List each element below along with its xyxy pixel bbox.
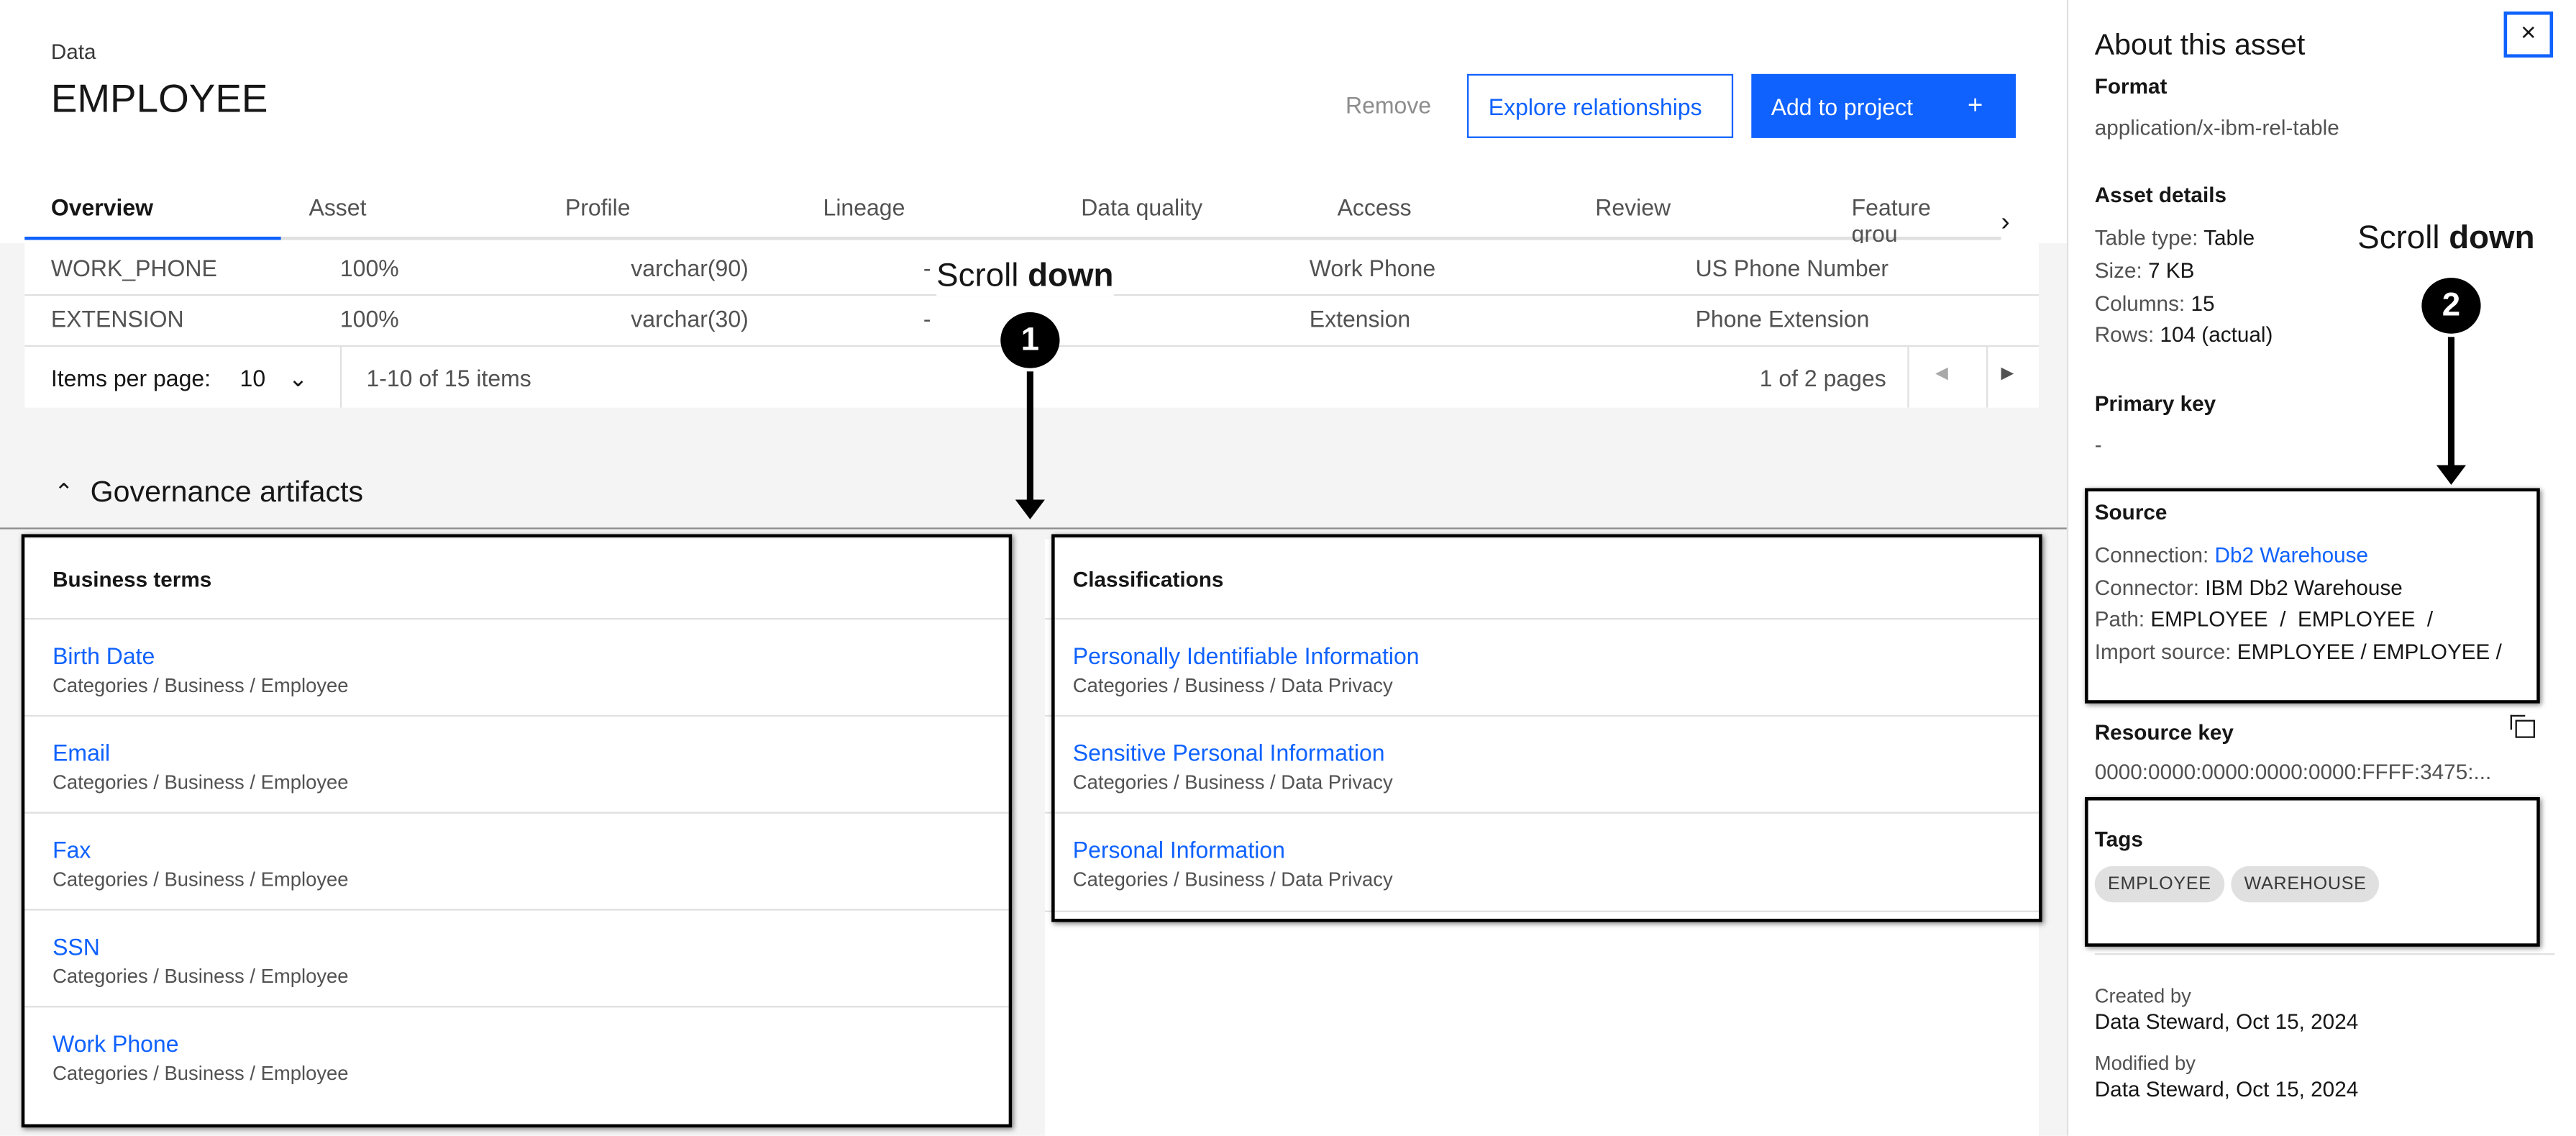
divider [0, 527, 2067, 530]
next-page-button[interactable]: ▶ [2001, 365, 2014, 383]
cell: Work Phone [1309, 255, 1436, 281]
size: Size: 7 KB [2095, 258, 2195, 283]
tab-profile[interactable]: Profile [565, 194, 631, 221]
items-per-page-label: Items per page: [50, 365, 211, 391]
divider [339, 347, 342, 408]
page-title: EMPLOYEE [50, 77, 268, 122]
items-per-page-select[interactable]: 10 ⌄ [240, 365, 308, 393]
cell: Phone Extension [1695, 305, 1870, 332]
step-badge: 2 [2421, 278, 2481, 334]
cell: - [923, 255, 931, 281]
tab-review[interactable]: Review [1595, 194, 1671, 221]
label: Scroll [2357, 220, 2449, 257]
divider [2094, 953, 2555, 955]
cell: - [923, 305, 931, 332]
chevron-down-icon: ⌄ [288, 365, 308, 391]
step-badge: 1 [1000, 312, 1060, 368]
cell: varchar(30) [631, 305, 749, 332]
remove-button[interactable]: Remove [1346, 92, 1431, 119]
tab-feature-group[interactable]: Feature grou [1852, 194, 1977, 247]
cell: 100% [339, 255, 399, 281]
arrow-down-icon [1015, 371, 1045, 519]
annotation-text: Scroll down [2357, 220, 2534, 258]
label: Columns: [2094, 291, 2191, 316]
cell: WORK_PHONE [50, 255, 217, 281]
tab-data-quality[interactable]: Data quality [1081, 194, 1202, 221]
value: 104 (actual) [2160, 322, 2273, 347]
label: Table type: [2094, 224, 2204, 250]
asset-details-label: Asset details [2094, 182, 2226, 207]
explore-label: Explore relationships [1488, 93, 1702, 119]
tab-overview[interactable]: Overview [51, 194, 153, 221]
tab-indicator [24, 236, 281, 240]
format-value: application/x-ibm-rel-table [2094, 114, 2339, 140]
tab-access[interactable]: Access [1338, 194, 1412, 221]
tab-asset[interactable]: Asset [309, 194, 366, 221]
annotation-box [21, 534, 1013, 1128]
annotation-box [1051, 534, 2042, 922]
columns: Columns: 15 [2095, 291, 2215, 315]
annotation-box [2085, 488, 2540, 704]
annotation-text: Scroll down [936, 258, 1114, 296]
cell: Extension [1309, 305, 1411, 332]
tab-lineage[interactable]: Lineage [823, 194, 905, 221]
label-bold: down [2449, 220, 2535, 257]
divider [1907, 347, 1909, 408]
annotation-box [2085, 796, 2540, 947]
panel-title: About this asset [2094, 27, 2306, 61]
pages-text: 1 of 2 pages [1759, 365, 1886, 391]
label: Size: [2094, 258, 2149, 283]
cell: EXTENSION [50, 305, 184, 332]
created-by-label: Created by [2094, 984, 2191, 1008]
table-type: Table type: Table [2095, 225, 2255, 250]
cell: 100% [339, 305, 399, 332]
copy-icon[interactable] [2510, 714, 2535, 738]
page-header: Data EMPLOYEE Remove Explore relationshi… [0, 0, 2067, 247]
add-to-project-button[interactable]: Add to project + [1751, 73, 2017, 138]
value: 7 KB [2148, 258, 2195, 283]
value: 15 [2191, 291, 2215, 316]
primary-key-label: Primary key [2094, 391, 2216, 416]
explore-relationships-button[interactable]: Explore relationships [1467, 73, 1734, 138]
resource-key-label: Resource key [2094, 719, 2234, 745]
cell: varchar(90) [631, 255, 749, 281]
label: Scroll [936, 258, 1028, 294]
items-per-page-value: 10 [239, 365, 266, 391]
close-icon[interactable]: × [2503, 11, 2554, 58]
range-text: 1-10 of 15 items [366, 365, 531, 391]
divider [1986, 347, 1988, 408]
chevron-right-icon[interactable]: › [2001, 209, 2010, 238]
label-bold: down [1028, 258, 1114, 294]
modified-by-value: Data Steward, Oct 15, 2024 [2094, 1076, 2359, 1101]
cell: US Phone Number [1695, 255, 1889, 281]
breadcrumb[interactable]: Data [51, 40, 96, 64]
format-label: Format [2094, 73, 2168, 99]
rows: Rows: 104 (actual) [2095, 322, 2273, 347]
modified-by-label: Modified by [2094, 1052, 2196, 1076]
plus-icon: + [1968, 91, 1983, 119]
resource-key-value: 0000:0000:0000:0000:0000:FFFF:3475:... [2094, 759, 2492, 784]
prev-page-button[interactable]: ◀ [1935, 365, 1948, 383]
add-label: Add to project [1771, 93, 1914, 119]
created-by-value: Data Steward, Oct 15, 2024 [2094, 1009, 2359, 1034]
arrow-down-icon [2436, 337, 2467, 485]
chevron-up-icon[interactable]: ⌃ [54, 478, 73, 506]
value: Table [2203, 224, 2255, 250]
label: Rows: [2094, 322, 2160, 347]
governance-title[interactable]: Governance artifacts [91, 475, 363, 509]
primary-key-value: - [2094, 432, 2102, 458]
tabs-track [24, 236, 2001, 240]
